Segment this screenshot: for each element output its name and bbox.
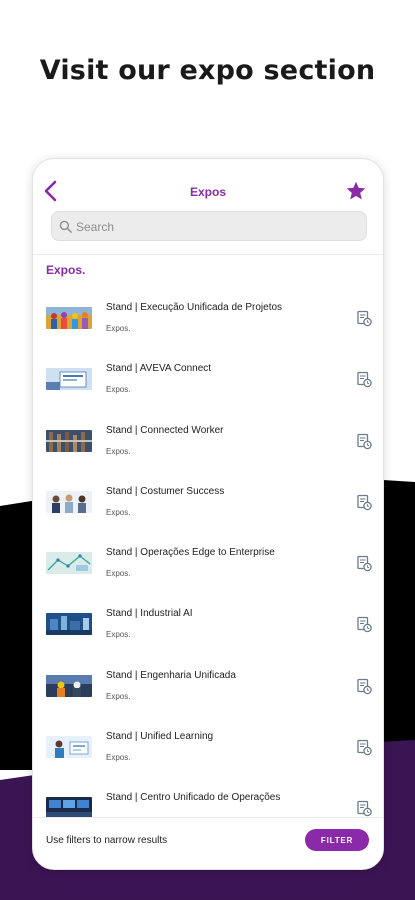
schedule-document-button[interactable]	[357, 433, 372, 450]
stand-category: Expos.	[106, 630, 131, 640]
stand-category: Expos.	[106, 385, 131, 395]
search-icon	[59, 220, 72, 233]
document-clock-icon	[357, 556, 372, 572]
bottom-filter-bar: Use filters to narrow results FILTER	[33, 817, 383, 869]
section-title: Expos.	[46, 263, 86, 277]
schedule-document-button[interactable]	[357, 371, 372, 388]
search-input[interactable]	[76, 218, 356, 236]
expo-list-item[interactable]: Stand | Unified Learning Expos.	[33, 722, 383, 783]
expo-list-item[interactable]: Stand | Connected Worker Expos.	[33, 416, 383, 477]
stand-thumbnail	[46, 307, 92, 329]
stand-thumbnail	[46, 429, 92, 452]
schedule-document-button[interactable]	[357, 800, 372, 817]
stand-category: Expos.	[106, 324, 131, 333]
header-divider	[33, 254, 383, 255]
promo-headline: Visit our expo section	[39, 55, 376, 86]
stand-title: Stand | Connected Worker	[106, 424, 224, 436]
document-clock-icon	[357, 494, 372, 511]
stand-thumbnail	[46, 368, 92, 391]
document-clock-icon	[357, 310, 372, 327]
favorite-button[interactable]	[345, 180, 367, 202]
schedule-document-button[interactable]	[357, 616, 372, 633]
stand-title: Stand | Engenharia Unificada	[106, 669, 236, 681]
screen-title: Expos	[189, 185, 226, 199]
stand-category: Expos.	[106, 569, 131, 579]
stand-title: Stand | Costumer Success	[106, 485, 225, 497]
phone-screen: Expos Expos. Stand | Execução Unificada …	[32, 158, 384, 870]
stand-category: Expos.	[106, 507, 131, 517]
stand-thumbnail	[46, 490, 92, 513]
search-bar[interactable]	[51, 211, 367, 241]
document-clock-icon	[357, 372, 372, 388]
schedule-document-button[interactable]	[357, 494, 372, 511]
expo-list-item[interactable]: Stand | Industrial AI Expos.	[33, 599, 383, 660]
stand-category: Expos.	[106, 691, 131, 701]
expo-list-item[interactable]: Stand | Costumer Success Expos.	[33, 477, 383, 538]
stand-title: Stand | Unified Learning	[106, 731, 214, 743]
expo-list-item[interactable]: Stand | Execução Unificada de Projetos Ex…	[33, 293, 383, 354]
filter-hint: Use filters to narrow results	[46, 835, 168, 846]
schedule-document-button[interactable]	[357, 310, 372, 327]
star-icon	[346, 181, 366, 200]
document-clock-icon	[357, 617, 372, 633]
stand-thumbnail	[46, 797, 92, 818]
schedule-document-button[interactable]	[357, 678, 372, 695]
stand-title: Stand | AVEVA Connect	[106, 363, 212, 375]
document-clock-icon	[357, 678, 372, 695]
stand-title: Stand | Industrial AI	[106, 608, 193, 620]
expo-list-item[interactable]: Stand | Engenharia Unificada Expos.	[33, 661, 383, 722]
document-clock-icon	[357, 801, 372, 817]
stand-thumbnail	[46, 674, 92, 697]
stand-title: Stand | Operações Edge to Enterprise	[106, 547, 275, 559]
top-app-bar: Expos	[33, 159, 383, 202]
stand-thumbnail	[46, 613, 92, 636]
document-clock-icon	[357, 739, 372, 756]
stand-title: Stand | Execução Unificada de Projetos	[106, 302, 283, 313]
stand-thumbnail	[46, 552, 92, 575]
stand-title: Stand | Centro Unificado de Operações	[106, 792, 281, 804]
expo-list-item[interactable]: Stand | Operações Edge to Enterprise Expo…	[33, 538, 383, 599]
stand-category: Expos.	[106, 446, 131, 456]
stand-category: Expos.	[106, 753, 131, 763]
expo-list-item[interactable]: Stand | Centro Unificado de Operações	[33, 783, 383, 818]
stand-thumbnail	[46, 736, 92, 759]
expo-list: Stand | Execução Unificada de Projetos Ex…	[33, 293, 383, 818]
expo-list-item[interactable]: Stand | AVEVA Connect Expos.	[33, 354, 383, 415]
schedule-document-button[interactable]	[357, 555, 372, 572]
schedule-document-button[interactable]	[357, 739, 372, 756]
filter-button[interactable]: FILTER	[305, 829, 369, 851]
document-clock-icon	[357, 433, 372, 449]
